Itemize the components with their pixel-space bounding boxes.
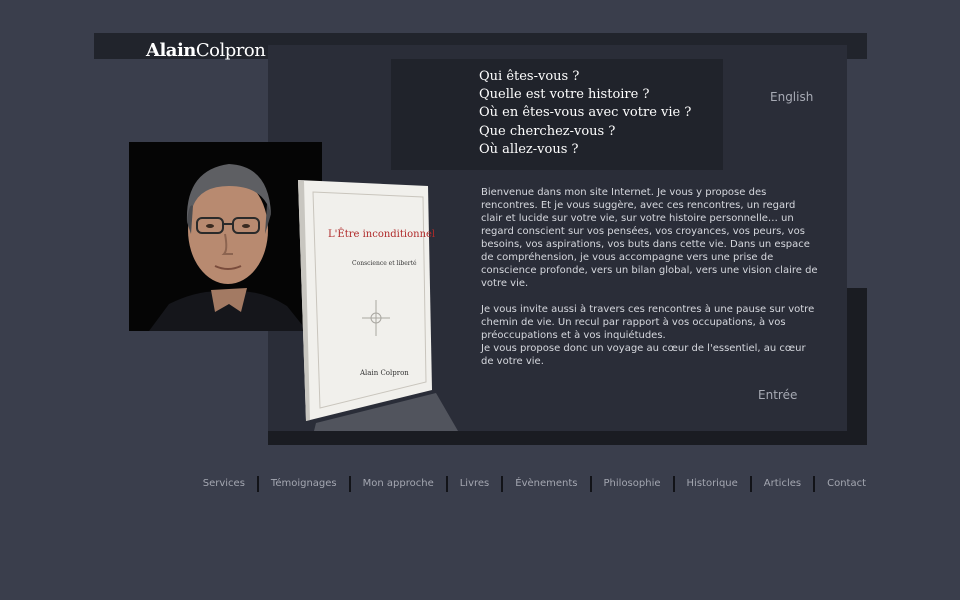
nav-philosophie[interactable]: Philosophie [589, 476, 673, 492]
nav-evenements[interactable]: Évènements [501, 476, 589, 492]
book-title: L'Être inconditionnel [328, 229, 436, 240]
nav-services[interactable]: Services [191, 476, 257, 492]
book-subtitle: Conscience et liberté [352, 260, 417, 267]
panel-shadow-right [847, 288, 867, 445]
questions-list: Qui êtes-vous ? Quelle est votre histoir… [479, 68, 691, 159]
intro-paragraph: Je vous invite aussi à travers ces renco… [481, 303, 819, 368]
question-item: Où allez-vous ? [479, 141, 579, 157]
question-item: Que cherchez-vous ? [479, 123, 616, 139]
english-language-link[interactable]: English [770, 90, 813, 104]
nav-temoignages[interactable]: Témoignages [256, 476, 349, 492]
footer-nav: Services Témoignages Mon approche Livres… [191, 476, 866, 492]
question-item: Quelle est votre histoire ? [479, 87, 650, 103]
intro-paragraph-part: Je vous invite aussi à travers ces renco… [481, 304, 815, 341]
author-photo [129, 142, 322, 331]
intro-paragraph-part: Je vous propose donc un voyage au cœur d… [481, 343, 806, 367]
nav-historique[interactable]: Historique [672, 476, 750, 492]
book-author: Alain Colpron [360, 369, 409, 377]
book-cover: L'Être inconditionnel Conscience et libe… [296, 178, 466, 433]
intro-text: Bienvenue dans mon site Internet. Je vou… [481, 186, 819, 368]
nav-mon-approche[interactable]: Mon approche [348, 476, 446, 492]
nav-articles[interactable]: Articles [749, 476, 813, 492]
nav-contact[interactable]: Contact [813, 476, 866, 492]
enter-link[interactable]: Entrée [758, 388, 797, 402]
question-item: Qui êtes-vous ? [479, 69, 580, 84]
panel-shadow-bottom [268, 431, 867, 445]
logo-first-name: Alain [146, 40, 196, 61]
intro-paragraph: Bienvenue dans mon site Internet. Je vou… [481, 187, 818, 289]
nav-livres[interactable]: Livres [445, 476, 502, 492]
logo-last-name: Colpron [195, 40, 266, 61]
site-logo[interactable]: AlainColpron [146, 40, 266, 61]
question-item: Où en êtes-vous avec votre vie ? [479, 105, 692, 121]
